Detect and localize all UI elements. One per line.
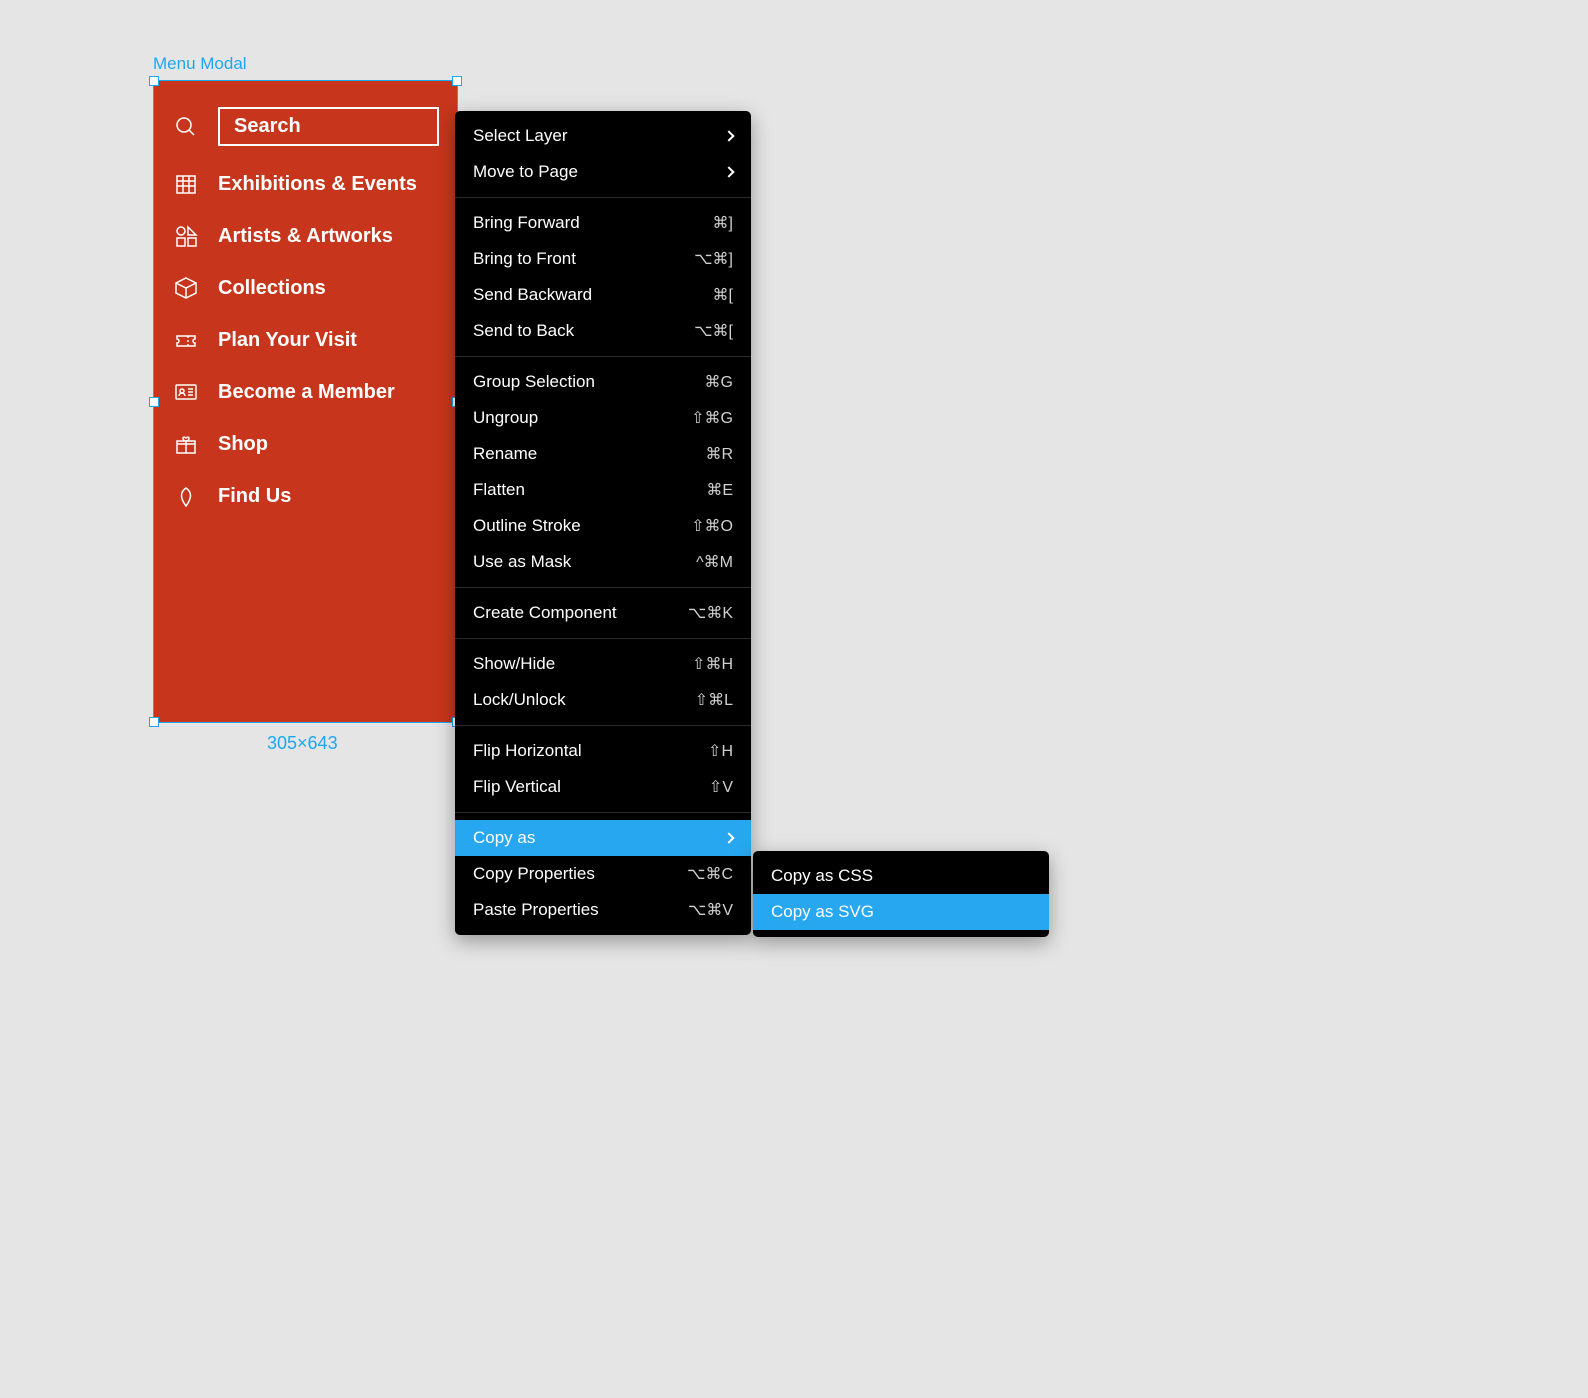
ctx-item-label: Group Selection	[473, 372, 595, 392]
ctx-item-shortcut: ⇧H	[708, 741, 733, 761]
selected-frame[interactable]: Search Exhibitions & Events Artists & Ar…	[153, 80, 458, 723]
ctx-item[interactable]: Create Component ⌥⌘K	[455, 595, 751, 631]
ctx-item-shortcut: ⌥⌘]	[694, 249, 733, 269]
ctx-item-label: Use as Mask	[473, 552, 571, 572]
ctx-item-label: Bring Forward	[473, 213, 580, 233]
ctx-item-shortcut: ⇧⌘H	[692, 654, 733, 674]
ctx-item-shortcut: ⌘[	[713, 285, 733, 305]
mockup-item-findus: Find Us	[172, 470, 439, 522]
context-menu[interactable]: Select LayerMove to PageBring Forward⌘]B…	[455, 111, 751, 935]
ctx-item[interactable]: Flatten ⌘E	[455, 472, 751, 508]
mockup-menu: Search Exhibitions & Events Artists & Ar…	[154, 81, 457, 536]
submenu-item-label: Copy as SVG	[771, 902, 874, 922]
ctx-item[interactable]: Select Layer	[455, 118, 751, 154]
ctx-item-label: Outline Stroke	[473, 516, 581, 536]
copy-as-submenu[interactable]: Copy as CSS Copy as SVG	[753, 851, 1049, 937]
frame-dimensions-label: 305×643	[267, 733, 338, 754]
resize-handle-mid-left[interactable]	[149, 397, 159, 407]
ctx-item-shortcut: ⌥⌘V	[688, 900, 733, 920]
mockup-item-label: Artists & Artworks	[218, 225, 393, 248]
ctx-item[interactable]: Use as Mask ^⌘M	[455, 544, 751, 580]
submenu-item[interactable]: Copy as CSS	[753, 858, 1049, 894]
chevron-right-icon	[723, 832, 734, 843]
search-input-label: Search	[218, 107, 439, 146]
mockup-item-member: Become a Member	[172, 366, 439, 418]
mockup-item-label: Find Us	[218, 485, 291, 508]
ctx-item-label: Rename	[473, 444, 537, 464]
search-icon	[172, 113, 200, 141]
mockup-item-artists: Artists & Artworks	[172, 210, 439, 262]
mockup-item-collections: Collections	[172, 262, 439, 314]
mockup-item-label: Collections	[218, 277, 326, 300]
ctx-item-label: Ungroup	[473, 408, 538, 428]
ctx-item-label: Copy Properties	[473, 864, 595, 884]
ctx-item[interactable]: Show/Hide ⇧⌘H	[455, 646, 751, 682]
frame-name-label[interactable]: Menu Modal	[153, 54, 247, 74]
ctx-item-shortcut: ^⌘M	[696, 552, 733, 572]
ctx-item[interactable]: Lock/Unlock ⇧⌘L	[455, 682, 751, 718]
ctx-item-label: Select Layer	[473, 126, 568, 146]
ctx-item-shortcut: ⇧V	[709, 777, 733, 797]
ctx-item[interactable]: Move to Page	[455, 154, 751, 190]
ctx-item-label: Move to Page	[473, 162, 578, 182]
ctx-item-shortcut: ⌥⌘[	[694, 321, 733, 341]
ctx-item-label: Show/Hide	[473, 654, 555, 674]
ctx-item-label: Lock/Unlock	[473, 690, 566, 710]
ctx-item[interactable]: Flip Horizontal ⇧H	[455, 733, 751, 769]
submenu-item-label: Copy as CSS	[771, 866, 873, 886]
mockup-item-label: Plan Your Visit	[218, 329, 357, 352]
mockup-item-label: Shop	[218, 433, 268, 456]
resize-handle-bottom-left[interactable]	[149, 717, 159, 727]
mockup-search-row: Search	[172, 95, 439, 158]
card-icon	[172, 378, 200, 406]
ctx-item-shortcut: ⌘R	[705, 444, 733, 464]
gift-icon	[172, 430, 200, 458]
ctx-item[interactable]: Bring to Front ⌥⌘]	[455, 241, 751, 277]
ctx-item-shortcut: ⌘]	[713, 213, 733, 233]
ctx-item-label: Copy as	[473, 828, 535, 848]
ctx-item[interactable]: Copy Properties ⌥⌘C	[455, 856, 751, 892]
resize-handle-top-right[interactable]	[452, 76, 462, 86]
ticket-icon	[172, 326, 200, 354]
ctx-item-label: Bring to Front	[473, 249, 576, 269]
chevron-right-icon	[723, 130, 734, 141]
chevron-right-icon	[723, 166, 734, 177]
ctx-item[interactable]: Send to Back ⌥⌘[	[455, 313, 751, 349]
ctx-item-label: Send Backward	[473, 285, 592, 305]
ctx-item-shortcut: ⇧⌘L	[695, 690, 733, 710]
mockup-item-shop: Shop	[172, 418, 439, 470]
ctx-item-label: Flatten	[473, 480, 525, 500]
ctx-item-label: Paste Properties	[473, 900, 599, 920]
cube-icon	[172, 274, 200, 302]
ctx-item-shortcut: ⇧⌘G	[691, 408, 733, 428]
ctx-item-label: Flip Vertical	[473, 777, 561, 797]
pin-icon	[172, 482, 200, 510]
ctx-item[interactable]: Rename ⌘R	[455, 436, 751, 472]
ctx-item[interactable]: Ungroup ⇧⌘G	[455, 400, 751, 436]
ctx-item-shortcut: ⌥⌘C	[687, 864, 733, 884]
mockup-item-label: Exhibitions & Events	[218, 173, 417, 196]
ctx-item-shortcut: ⌘E	[706, 480, 733, 500]
ctx-item[interactable]: Paste Properties ⌥⌘V	[455, 892, 751, 928]
resize-handle-top-left[interactable]	[149, 76, 159, 86]
mockup-item-exhibitions: Exhibitions & Events	[172, 158, 439, 210]
mockup-item-plan: Plan Your Visit	[172, 314, 439, 366]
calendar-icon	[172, 170, 200, 198]
ctx-item[interactable]: Send Backward ⌘[	[455, 277, 751, 313]
shapes-icon	[172, 222, 200, 250]
ctx-item[interactable]: Flip Vertical ⇧V	[455, 769, 751, 805]
ctx-item-shortcut: ⇧⌘O	[691, 516, 733, 536]
ctx-item[interactable]: Copy as	[455, 820, 751, 856]
ctx-item-label: Send to Back	[473, 321, 574, 341]
ctx-item[interactable]: Bring Forward ⌘]	[455, 205, 751, 241]
mockup-item-label: Become a Member	[218, 381, 395, 404]
ctx-item-label: Flip Horizontal	[473, 741, 582, 761]
ctx-item[interactable]: Group Selection ⌘G	[455, 364, 751, 400]
submenu-item[interactable]: Copy as SVG	[753, 894, 1049, 930]
ctx-item-shortcut: ⌥⌘K	[688, 603, 733, 623]
ctx-item-label: Create Component	[473, 603, 617, 623]
ctx-item-shortcut: ⌘G	[705, 372, 733, 392]
ctx-item[interactable]: Outline Stroke ⇧⌘O	[455, 508, 751, 544]
